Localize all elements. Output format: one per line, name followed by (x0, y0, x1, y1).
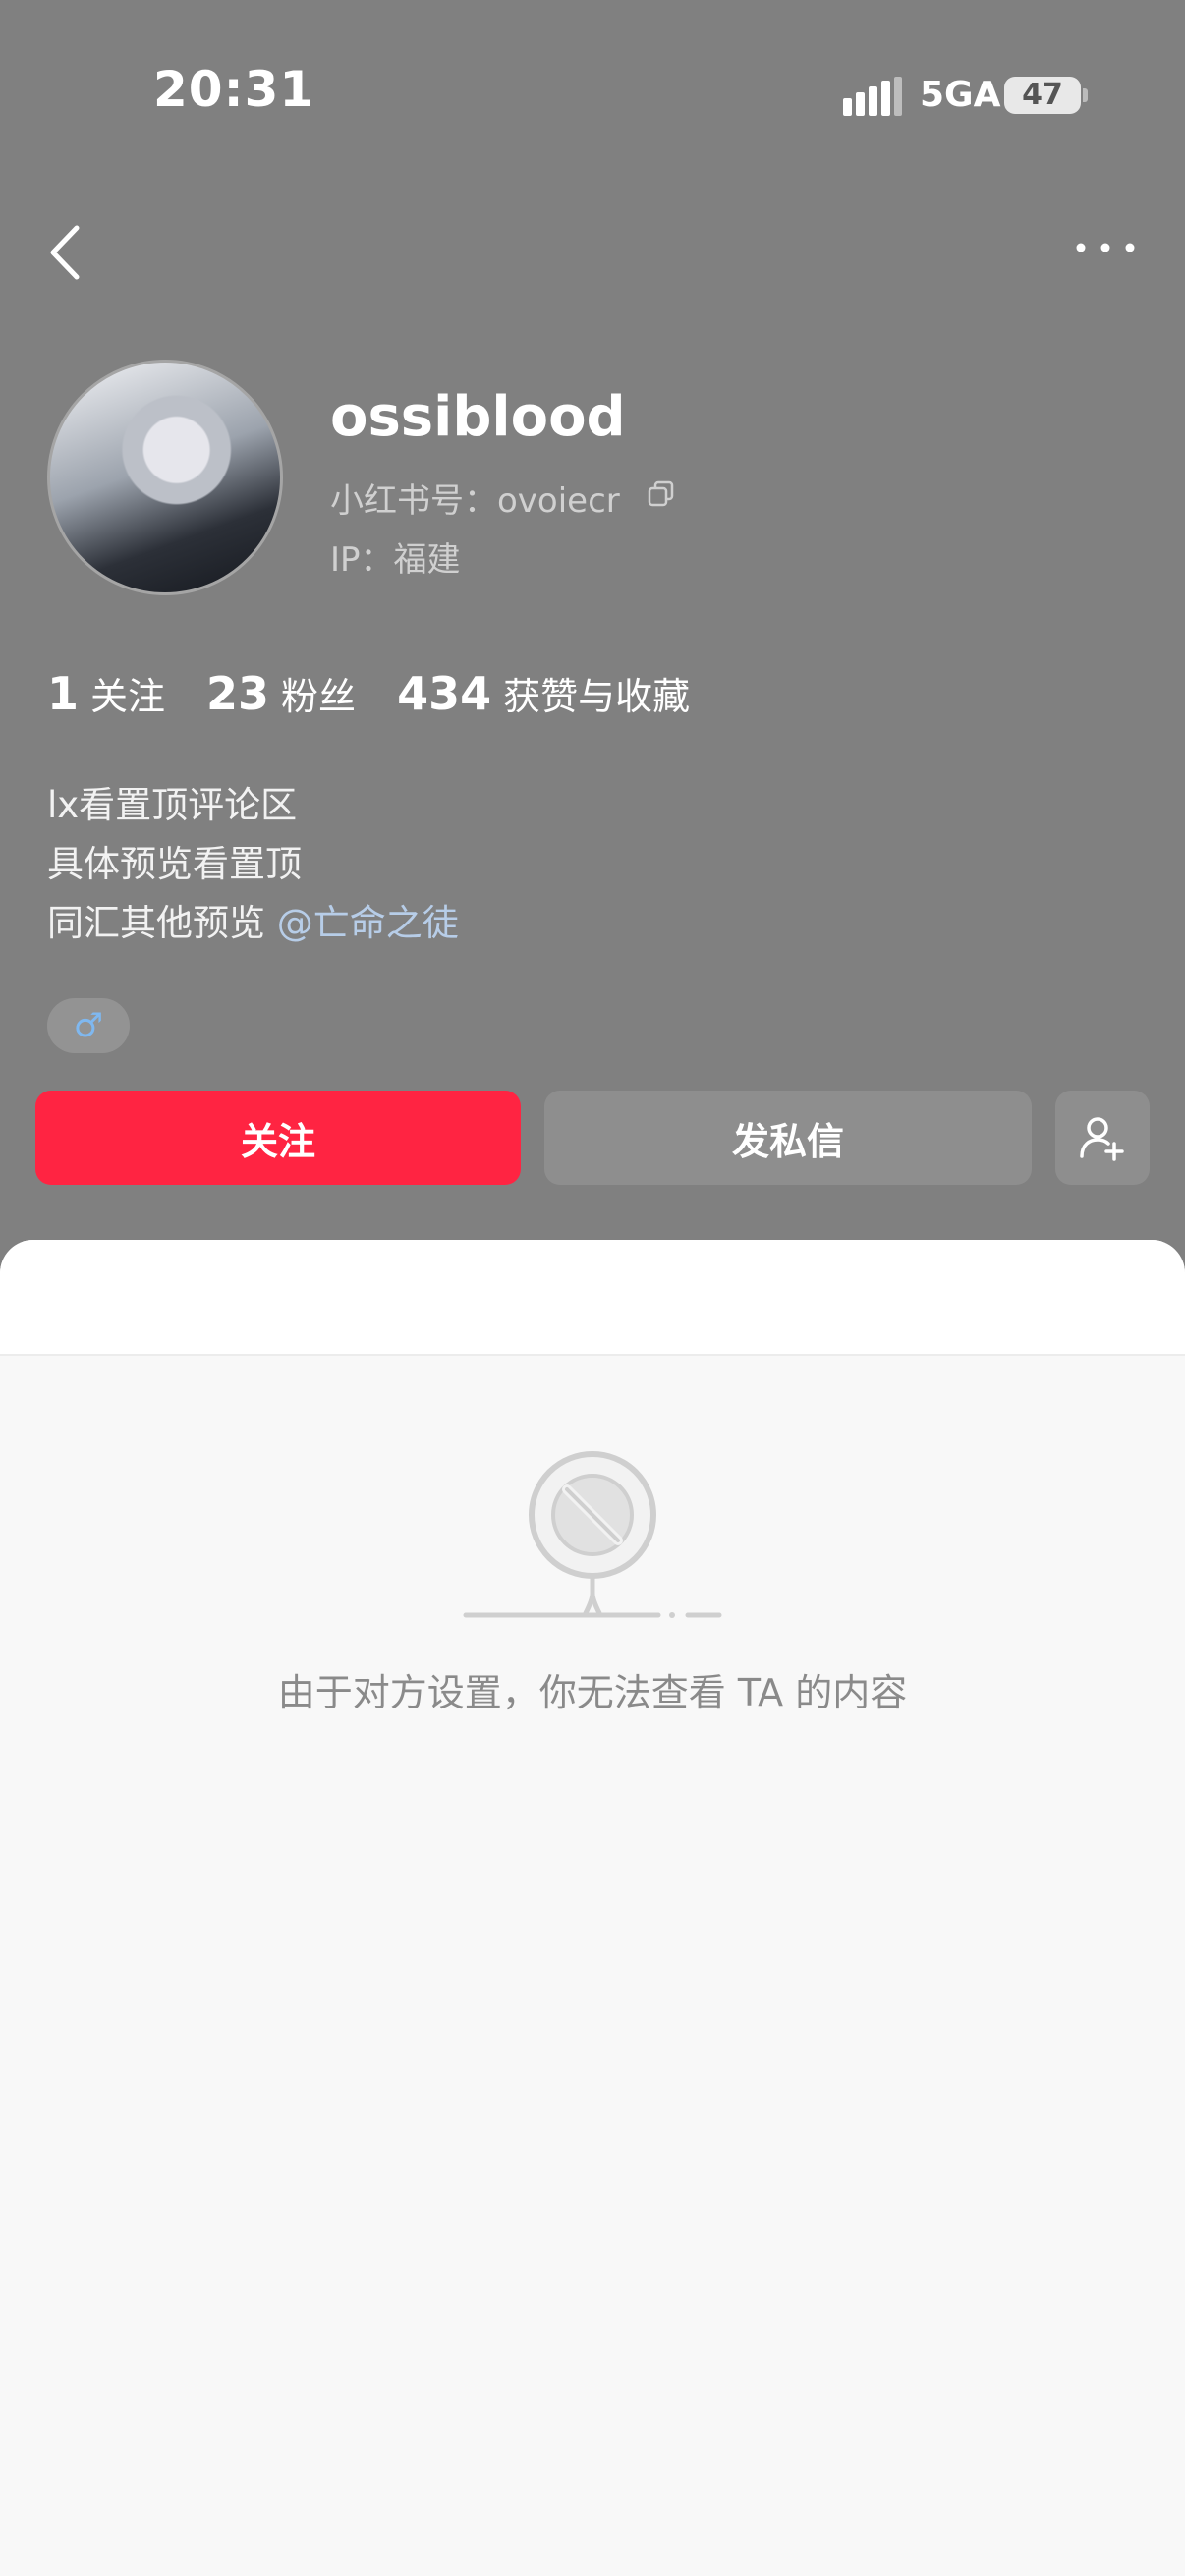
no-access-icon (463, 1451, 722, 1618)
signal-icon (843, 77, 902, 116)
stat-likes-collections[interactable]: 434 获赞与收藏 (397, 666, 690, 720)
network-type: 5GA (920, 75, 1001, 115)
status-time: 20:31 (153, 61, 315, 118)
stat-number: 434 (397, 667, 492, 720)
bio-line: 同汇其他预览 @亡命之徒 (47, 894, 459, 953)
bio-line: lx看置顶评论区 (47, 784, 298, 826)
content-sheet: 由于对方设置，你无法查看 TA 的内容 (0, 1240, 1185, 2576)
add-user-icon (1080, 1117, 1124, 1161)
tab-strip (0, 1240, 1185, 1356)
stat-number: 1 (47, 667, 80, 720)
stat-following[interactable]: 1 关注 (47, 666, 165, 720)
battery-cap (1083, 88, 1088, 102)
ip-location: IP：福建 (330, 540, 461, 580)
stat-followers[interactable]: 23 粉丝 (206, 666, 356, 720)
stat-label: 粉丝 (281, 675, 357, 718)
stat-label: 获赞与收藏 (503, 675, 691, 718)
battery-level: 47 (1022, 78, 1063, 112)
mention-link[interactable]: @亡命之徒 (277, 902, 459, 944)
message-button[interactable]: 发私信 (544, 1091, 1032, 1185)
empty-state-text: 由于对方设置，你无法查看 TA 的内容 (277, 1671, 908, 1714)
avatar[interactable] (47, 360, 283, 595)
male-icon: ♂ (73, 1006, 104, 1045)
stat-number: 23 (206, 667, 270, 720)
battery-icon: 47 (1004, 77, 1081, 114)
add-friend-button[interactable] (1055, 1091, 1150, 1185)
bio: lx看置顶评论区 具体预览看置顶 同汇其他预览 @亡命之徒 (47, 776, 459, 953)
bio-line: 具体预览看置顶 (47, 843, 302, 885)
profile-header: 20:31 5GA 47 ossiblood 小红书号：ovoiecr IP：福… (0, 0, 1185, 1267)
stat-label: 关注 (90, 675, 166, 718)
back-button[interactable] (41, 218, 90, 287)
follow-button[interactable]: 关注 (35, 1091, 521, 1185)
gender-tag: ♂ (47, 998, 130, 1053)
more-options-button[interactable] (1071, 228, 1140, 267)
profile-stats: 1 关注 23 粉丝 434 获赞与收藏 (47, 666, 690, 720)
bio-text: 同汇其他预览 (47, 902, 277, 944)
copy-icon[interactable] (647, 479, 676, 509)
redbook-id: 小红书号：ovoiecr (330, 481, 620, 521)
username: ossiblood (330, 385, 626, 449)
